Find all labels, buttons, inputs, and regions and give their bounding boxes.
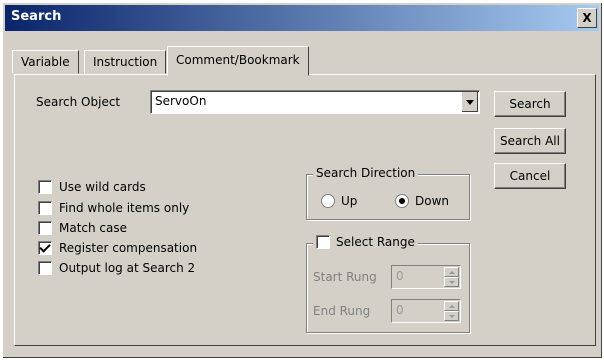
checkbox[interactable] — [38, 261, 52, 275]
cancel-button[interactable]: Cancel — [494, 163, 566, 189]
option-find-whole-items[interactable]: Find whole items only — [38, 200, 189, 216]
radio-button-selected[interactable] — [395, 194, 409, 208]
end-rung-spinner[interactable]: 0 — [391, 299, 461, 323]
option-register-compensation[interactable]: Register compensation — [38, 240, 197, 256]
select-range-label: Select Range — [336, 235, 415, 249]
option-use-wild-cards[interactable]: Use wild cards — [38, 179, 146, 195]
option-label: Use wild cards — [59, 180, 146, 194]
search-object-value: ServoOn — [155, 94, 207, 108]
start-rung-spinner[interactable]: 0 — [391, 265, 461, 289]
option-label: Register compensation — [59, 241, 198, 255]
spin-up-icon[interactable] — [444, 301, 459, 311]
radio-up[interactable]: Up — [321, 193, 357, 209]
search-object-label: Search Object — [36, 95, 121, 109]
close-button[interactable]: X — [577, 8, 597, 28]
tab-variable-label: Variable — [21, 55, 70, 69]
search-dialog: Search X Variable Instruction Comment/Bo… — [2, 2, 602, 358]
spinner-buttons[interactable] — [444, 301, 459, 321]
option-label: Match case — [59, 221, 128, 235]
radio-button[interactable] — [321, 194, 335, 208]
tab-instruction-label: Instruction — [93, 55, 158, 69]
select-range-legend[interactable]: Select Range — [313, 235, 418, 249]
option-match-case[interactable]: Match case — [38, 220, 127, 236]
checkbox[interactable] — [38, 221, 52, 235]
spin-down-icon[interactable] — [444, 311, 459, 321]
search-direction-legend: Search Direction — [313, 166, 419, 180]
radio-up-label: Up — [341, 194, 358, 208]
start-rung-label: Start Rung — [313, 270, 377, 284]
search-direction-group: Search Direction Up Down — [306, 166, 470, 220]
end-rung-label: End Rung — [313, 304, 371, 318]
option-label: Output log at Search 2 — [59, 261, 196, 275]
tab-comment-bookmark[interactable]: Comment/Bookmark — [167, 46, 309, 76]
spinner-buttons[interactable] — [444, 267, 459, 287]
radio-down[interactable]: Down — [395, 193, 449, 209]
start-rung-value: 0 — [396, 269, 404, 283]
tab-instruction[interactable]: Instruction — [84, 50, 167, 74]
search-object-combobox[interactable]: ServoOn — [150, 90, 480, 114]
select-range-checkbox[interactable] — [316, 235, 330, 249]
chevron-down-icon[interactable] — [461, 92, 478, 112]
option-label: Find whole items only — [59, 201, 190, 215]
checkbox[interactable] — [38, 201, 52, 215]
radio-down-label: Down — [415, 194, 450, 208]
end-rung-value: 0 — [396, 303, 404, 317]
tab-variable[interactable]: Variable — [12, 50, 79, 74]
search-all-button[interactable]: Search All — [494, 128, 566, 154]
spin-down-icon[interactable] — [444, 277, 459, 287]
search-button[interactable]: Search — [494, 91, 566, 117]
dialog-title: Search — [11, 9, 62, 24]
select-range-group: Select Range Start Rung 0 End Rung 0 — [306, 235, 470, 333]
checkbox-checked[interactable] — [38, 241, 52, 255]
spin-up-icon[interactable] — [444, 267, 459, 277]
option-output-log[interactable]: Output log at Search 2 — [38, 260, 195, 276]
title-bar: Search X — [5, 5, 599, 31]
tab-comment-bookmark-label: Comment/Bookmark — [176, 53, 300, 67]
checkbox[interactable] — [38, 180, 52, 194]
